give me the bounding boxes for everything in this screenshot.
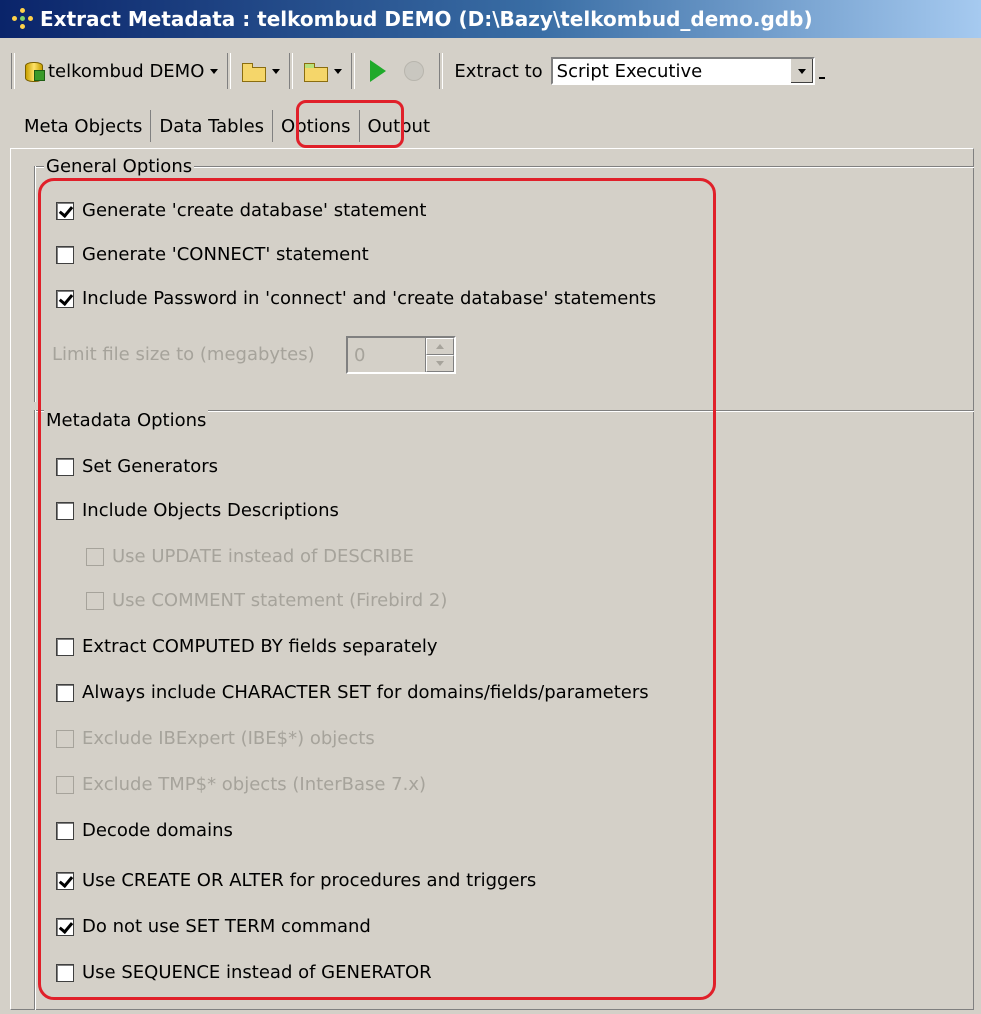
metadata-options-title: Metadata Options [44, 410, 209, 431]
option-extract-computed-by[interactable]: Extract COMPUTED BY fields separately [56, 636, 438, 657]
tab-output[interactable]: Output [360, 110, 439, 142]
spin-down-icon [426, 355, 454, 372]
load-config-button[interactable] [236, 53, 284, 89]
toolbar-separator [11, 53, 15, 89]
option-label: Exclude TMP$* objects (InterBase 7.x) [82, 774, 427, 795]
app-icon [12, 8, 34, 30]
checkbox[interactable] [56, 871, 74, 890]
database-label: telkombud DEMO [48, 60, 205, 82]
checkbox[interactable] [56, 501, 74, 520]
option-label: Do not use SET TERM command [82, 916, 371, 937]
checkbox[interactable] [56, 245, 74, 264]
checkbox [86, 591, 104, 610]
option-set-generators[interactable]: Set Generators [56, 456, 218, 477]
option-label: Always include CHARACTER SET for domains… [82, 682, 649, 703]
chevron-down-icon [797, 68, 806, 74]
group-border [34, 166, 36, 402]
database-selector-button[interactable]: telkombud DEMO [20, 53, 222, 89]
limit-file-size-spinner: 0 [346, 336, 456, 374]
window-title: Extract Metadata : telkombud DEMO (D:\Ba… [40, 7, 813, 31]
save-config-button[interactable] [298, 53, 346, 89]
run-icon[interactable] [370, 60, 387, 82]
option-decode-domains[interactable]: Decode domains [56, 820, 233, 841]
option-use-comment: Use COMMENT statement (Firebird 2) [86, 590, 447, 611]
option-label: Use COMMENT statement (Firebird 2) [112, 590, 448, 611]
option-use-update: Use UPDATE instead of DESCRIBE [86, 546, 414, 567]
toolbar-separator [227, 53, 232, 89]
tab-data-tables[interactable]: Data Tables [151, 110, 274, 142]
checkbox[interactable] [56, 821, 74, 840]
limit-file-size-label: Limit file size to (megabytes) [52, 344, 315, 365]
tab-options[interactable]: Options [273, 110, 360, 142]
checkbox[interactable] [56, 457, 74, 476]
option-label: Include Password in 'connect' and 'creat… [82, 288, 657, 309]
option-label: Decode domains [82, 820, 233, 841]
extract-to-select[interactable]: Script Executive [550, 57, 815, 85]
option-exclude-tmp: Exclude TMP$* objects (InterBase 7.x) [56, 774, 426, 795]
toolbar-separator [439, 53, 444, 89]
option-include-password[interactable]: Include Password in 'connect' and 'creat… [56, 288, 656, 309]
limit-file-size-value: 0 [354, 344, 366, 366]
toolbar-separator [351, 53, 356, 89]
option-label: Use UPDATE instead of DESCRIBE [112, 546, 414, 567]
option-always-include-charset[interactable]: Always include CHARACTER SET for domains… [56, 682, 649, 703]
option-use-sequence[interactable]: Use SEQUENCE instead of GENERATOR [56, 962, 432, 983]
option-label: Use CREATE OR ALTER for procedures and t… [82, 870, 537, 891]
option-create-or-alter[interactable]: Use CREATE OR ALTER for procedures and t… [56, 870, 536, 891]
option-generate-create-database[interactable]: Generate 'create database' statement [56, 200, 426, 221]
group-border [34, 410, 36, 1010]
extract-to-value: Script Executive [556, 60, 703, 82]
option-generate-connect[interactable]: Generate 'CONNECT' statement [56, 244, 369, 265]
checkbox[interactable] [56, 637, 74, 656]
checkbox [86, 547, 104, 566]
chevron-down-icon [272, 68, 281, 74]
extract-to-label: Extract to [454, 60, 543, 82]
option-label: Set Generators [82, 456, 219, 477]
chevron-down-icon [210, 68, 219, 74]
open-folder-icon [240, 60, 267, 82]
toolbar-overflow-icon[interactable] [818, 77, 825, 79]
checkbox[interactable] [56, 289, 74, 308]
option-label: Exclude IBExpert (IBE$*) objects [82, 728, 375, 749]
checkbox[interactable] [56, 917, 74, 936]
option-label: Use SEQUENCE instead of GENERATOR [82, 962, 432, 983]
option-exclude-ibexpert: Exclude IBExpert (IBE$*) objects [56, 728, 375, 749]
option-no-set-term[interactable]: Do not use SET TERM command [56, 916, 371, 937]
checkbox[interactable] [56, 683, 74, 702]
option-label: Include Objects Descriptions [82, 500, 339, 521]
checkbox[interactable] [56, 963, 74, 982]
option-include-descriptions[interactable]: Include Objects Descriptions [56, 500, 339, 521]
toolbar-separator [289, 53, 294, 89]
database-icon [24, 60, 45, 82]
toolbar: telkombud DEMO Extract to Script Executi… [6, 46, 974, 96]
tab-bar: Meta Objects Data Tables Options Output [16, 108, 438, 142]
save-folder-icon [302, 60, 329, 82]
option-label: Extract COMPUTED BY fields separately [82, 636, 438, 657]
option-label: Generate 'create database' statement [82, 200, 427, 221]
general-options-title: General Options [44, 156, 195, 177]
chevron-down-icon [334, 68, 343, 74]
stop-icon[interactable] [404, 61, 425, 81]
spin-up-icon [426, 338, 454, 355]
dropdown-button[interactable] [789, 59, 813, 83]
tab-meta-objects[interactable]: Meta Objects [16, 110, 152, 142]
title-bar: Extract Metadata : telkombud DEMO (D:\Ba… [0, 0, 981, 38]
checkbox [56, 729, 74, 748]
option-label: Generate 'CONNECT' statement [82, 244, 369, 265]
checkbox [56, 775, 74, 794]
checkbox[interactable] [56, 201, 74, 220]
